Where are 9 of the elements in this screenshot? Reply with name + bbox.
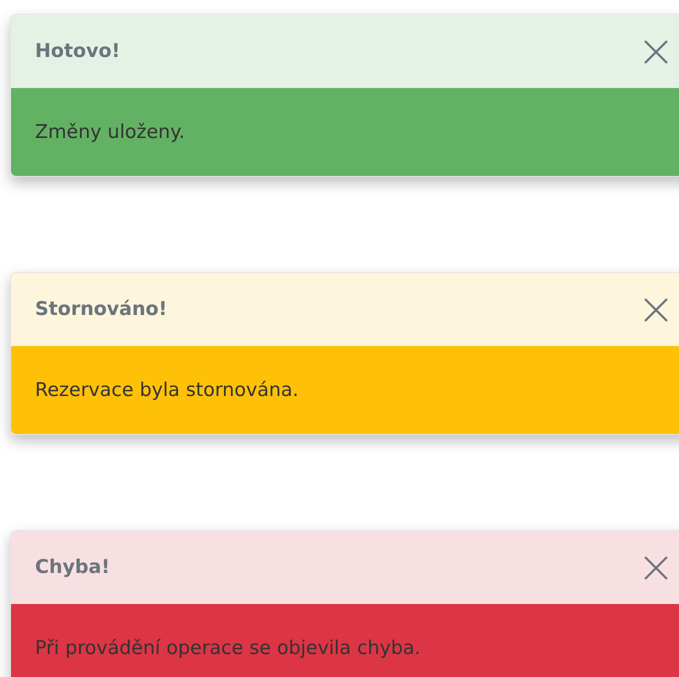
toast-message: Při provádění operace se objevila chyba.: [35, 636, 421, 661]
close-icon: [643, 296, 669, 322]
close-icon: [643, 554, 669, 580]
toast-title: Stornováno!: [35, 297, 168, 322]
close-icon: [643, 38, 669, 64]
toast-title: Hotovo!: [35, 39, 120, 64]
toast-message: Rezervace byla stornována.: [35, 378, 299, 403]
toast-message: Změny uloženy.: [35, 120, 185, 145]
toast-title: Chyba!: [35, 555, 110, 580]
